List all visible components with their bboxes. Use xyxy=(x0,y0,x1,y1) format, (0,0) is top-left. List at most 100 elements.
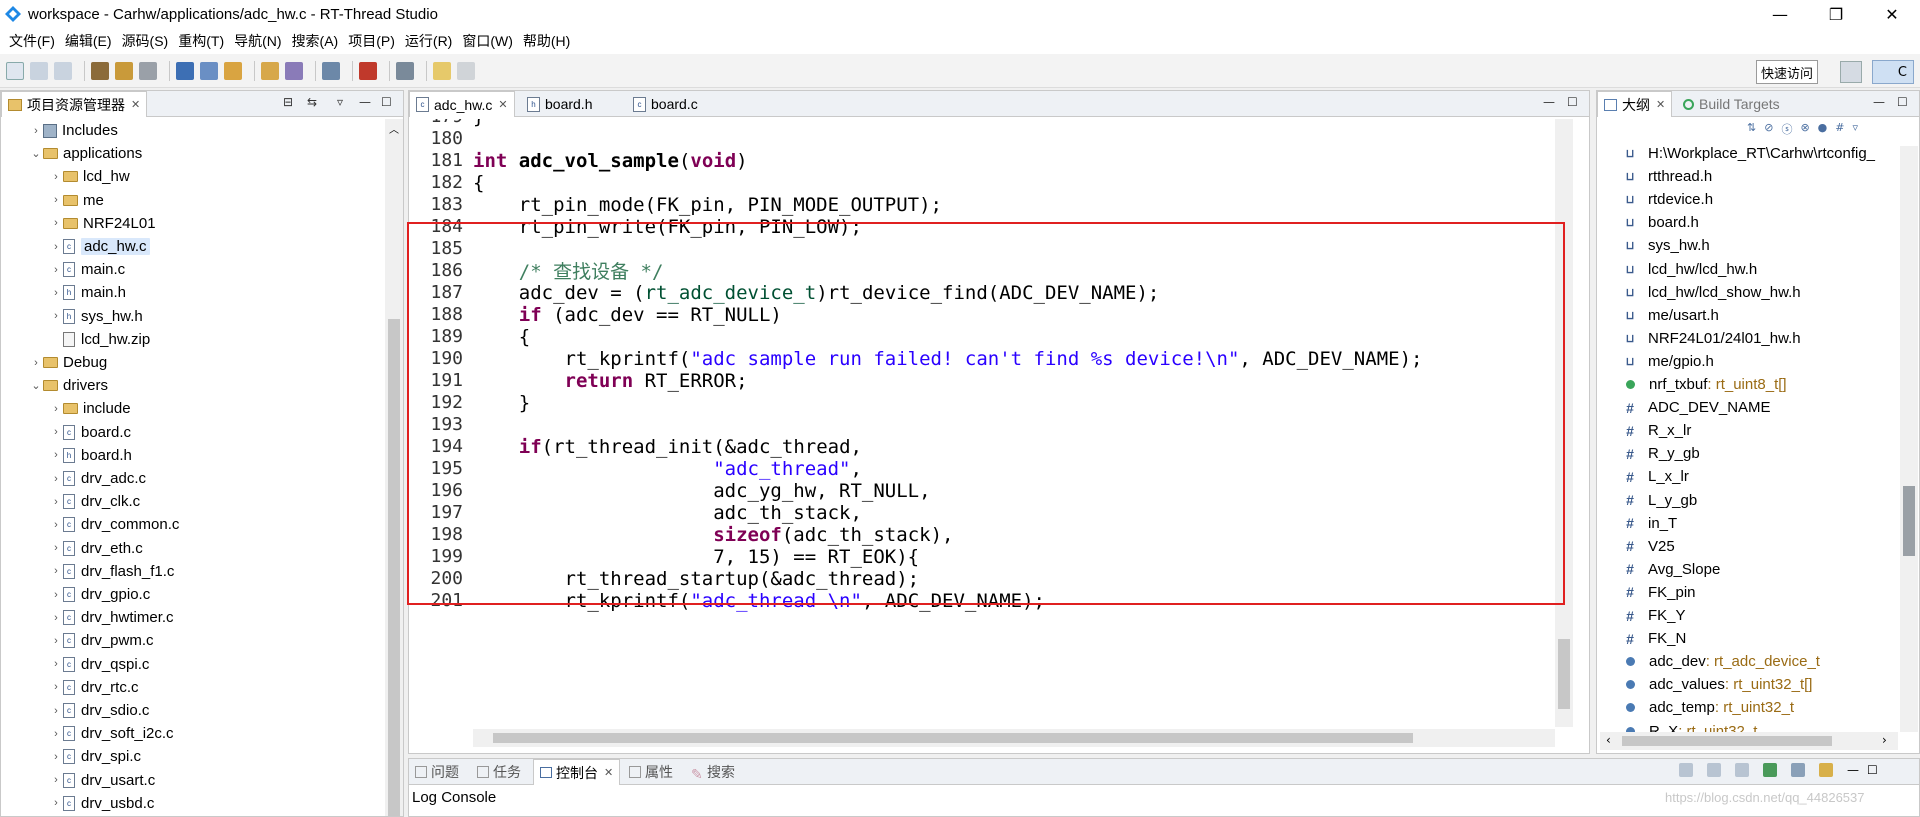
scrollbar-thumb[interactable] xyxy=(1622,736,1832,746)
hide-fields-icon[interactable]: ⊘ xyxy=(1764,121,1773,137)
close-icon[interactable]: ✕ xyxy=(498,98,507,111)
menu-search[interactable]: 搜索(A) xyxy=(287,31,344,51)
scrollbar-thumb[interactable] xyxy=(493,733,1413,743)
code-line[interactable]: 184 rt_pin_write(FK_pin, PIN_LOW); xyxy=(409,213,861,240)
outline-horizontal-scrollbar[interactable]: ‹ › xyxy=(1600,732,1898,750)
tree-item[interactable]: › c drv_qspi.c xyxy=(49,653,149,676)
outline-item[interactable]: # V25 xyxy=(1624,535,1675,558)
hide-static-icon[interactable]: ⓢ xyxy=(1781,121,1792,137)
menu-run[interactable]: 运行(R) xyxy=(400,31,457,51)
tree-item[interactable]: ⌄ applications xyxy=(29,142,142,165)
minimize-view-icon[interactable]: — xyxy=(1847,763,1859,777)
sort-icon[interactable]: ⇅ xyxy=(1747,121,1756,137)
maximize-view-icon[interactable]: ☐ xyxy=(1567,95,1578,109)
collapsed-chevron-icon[interactable]: › xyxy=(49,519,63,531)
scrollbar-thumb[interactable] xyxy=(1903,486,1915,556)
outline-item[interactable]: adc_temp : rt_uint32_t xyxy=(1624,696,1794,719)
tree-item[interactable]: › c drv_adc.c xyxy=(49,467,146,490)
clear-console-icon[interactable] xyxy=(1679,763,1693,777)
outline-item[interactable]: # FK_Y xyxy=(1624,604,1685,627)
minimize-view-icon[interactable]: — xyxy=(1873,95,1885,109)
view-menu-icon[interactable]: ▿ xyxy=(1852,121,1858,137)
download-icon[interactable] xyxy=(176,61,194,80)
close-icon[interactable]: ✕ xyxy=(1656,98,1665,111)
scrollbar-thumb[interactable] xyxy=(388,319,400,816)
tree-item[interactable]: › c drv_rtc.c xyxy=(49,676,138,699)
tab-board-h[interactable]: h board.h xyxy=(521,91,598,117)
outline-item[interactable]: # R_y_gb xyxy=(1624,442,1700,465)
collapsed-chevron-icon[interactable]: › xyxy=(49,542,63,554)
collapsed-chevron-icon[interactable]: › xyxy=(49,403,63,415)
launch-icon[interactable] xyxy=(285,61,303,80)
collapsed-chevron-icon[interactable]: › xyxy=(49,681,63,693)
menu-window[interactable]: 窗口(W) xyxy=(457,31,518,51)
display-console-icon[interactable] xyxy=(1791,763,1805,777)
outline-item[interactable]: ⊔ rtthread.h xyxy=(1624,165,1713,188)
tree-item[interactable]: › me xyxy=(49,189,104,212)
menu-refactor[interactable]: 重构(T) xyxy=(173,31,229,51)
tree-item[interactable]: › Debug xyxy=(29,351,107,374)
outline-item[interactable]: # FK_pin xyxy=(1624,581,1695,604)
tab-search[interactable]: ✎ 搜索 xyxy=(685,759,741,785)
tree-item[interactable]: › h sys_hw.h xyxy=(49,305,143,328)
tab-tasks[interactable]: 任务 xyxy=(471,759,527,785)
expanded-chevron-icon[interactable]: ⌄ xyxy=(29,147,43,160)
outline-item[interactable]: # in_T xyxy=(1624,512,1677,535)
collapsed-chevron-icon[interactable]: › xyxy=(49,171,63,183)
outline-item[interactable]: ⊔ sys_hw.h xyxy=(1624,234,1710,257)
tree-item[interactable]: › c drv_pwm.c xyxy=(49,629,153,652)
outline-item[interactable]: # ADC_DEV_NAME xyxy=(1624,396,1770,419)
code-area[interactable]: 179}180181int adc_vol_sample(void)182{18… xyxy=(409,119,1557,727)
tree-item[interactable]: › c drv_common.c xyxy=(49,513,179,536)
collapsed-chevron-icon[interactable]: › xyxy=(49,449,63,461)
outline-item[interactable]: adc_dev : rt_adc_device_t xyxy=(1624,650,1820,673)
editor-vertical-scrollbar[interactable] xyxy=(1555,119,1573,727)
build-hammer-icon[interactable] xyxy=(91,61,109,80)
tree-item[interactable]: › NRF24L01 xyxy=(49,212,155,235)
tree-item[interactable]: lcd_hw.zip xyxy=(49,328,150,351)
outline-item[interactable]: ⊔ lcd_hw/lcd_show_hw.h xyxy=(1624,281,1801,304)
scroll-up-icon[interactable]: ︿ xyxy=(389,121,399,136)
tree-item[interactable]: › c drv_flash_f1.c xyxy=(49,560,174,583)
close-icon[interactable]: ✕ xyxy=(131,98,140,111)
forward-arrow-icon[interactable] xyxy=(457,61,475,80)
c-perspective-button[interactable]: C xyxy=(1872,60,1914,84)
tree-item[interactable]: › c drv_hwtimer.c xyxy=(49,606,173,629)
scroll-left-icon[interactable]: ‹ xyxy=(1606,733,1611,747)
view-menu-icon[interactable]: ▿ xyxy=(337,95,343,109)
hide-nonpublic-icon[interactable]: ⊗ xyxy=(1800,121,1809,137)
outline-vertical-scrollbar[interactable] xyxy=(1900,146,1918,732)
outline-item[interactable]: ⊔ NRF24L01/24l01_hw.h xyxy=(1624,327,1801,350)
outline-item[interactable]: ⊔ board.h xyxy=(1624,211,1699,234)
pin-console-icon[interactable] xyxy=(1763,763,1777,777)
tree-item[interactable]: › h board.h xyxy=(49,444,132,467)
menu-project[interactable]: 项目(P) xyxy=(343,31,400,51)
collapsed-chevron-icon[interactable]: › xyxy=(29,125,43,137)
tree-item[interactable]: › c drv_eth.c xyxy=(49,537,143,560)
tree-item[interactable]: › c board.c xyxy=(49,421,131,444)
menu-file[interactable]: 文件(F) xyxy=(4,31,60,51)
chip-icon[interactable] xyxy=(200,61,218,80)
tree-item[interactable]: ⌄ drivers xyxy=(29,374,108,397)
collapse-all-icon[interactable]: ⊟ xyxy=(283,95,293,109)
collapsed-chevron-icon[interactable]: › xyxy=(49,426,63,438)
outline-item[interactable]: # L_y_gb xyxy=(1624,489,1697,512)
tree-item[interactable]: › c adc_hw.c xyxy=(49,235,150,258)
back-arrow-icon[interactable] xyxy=(433,61,451,80)
collapsed-chevron-icon[interactable]: › xyxy=(29,357,43,369)
new-icon[interactable] xyxy=(6,61,24,80)
collapsed-chevron-icon[interactable]: › xyxy=(49,264,63,276)
list-icon[interactable] xyxy=(396,61,414,80)
collapsed-chevron-icon[interactable]: › xyxy=(49,658,63,670)
save-all-icon[interactable] xyxy=(54,61,72,80)
tab-problems[interactable]: 问题 xyxy=(409,759,465,785)
outline-item[interactable]: ⊔ H:\Workplace_RT\Carhw\rtconfig_ xyxy=(1624,142,1875,165)
tree-item[interactable]: › c drv_usbd.c xyxy=(49,792,154,815)
tree-item[interactable]: › c drv_soft_i2c.c xyxy=(49,722,173,745)
menu-edit[interactable]: 编辑(E) xyxy=(60,31,117,51)
link-editor-icon[interactable]: ⇆ xyxy=(307,95,317,109)
menu-navigate[interactable]: 导航(N) xyxy=(229,31,286,51)
debug-bug-icon[interactable] xyxy=(224,61,242,80)
collapsed-chevron-icon[interactable]: › xyxy=(49,635,63,647)
tab-build-targets[interactable]: Build Targets xyxy=(1677,91,1786,117)
